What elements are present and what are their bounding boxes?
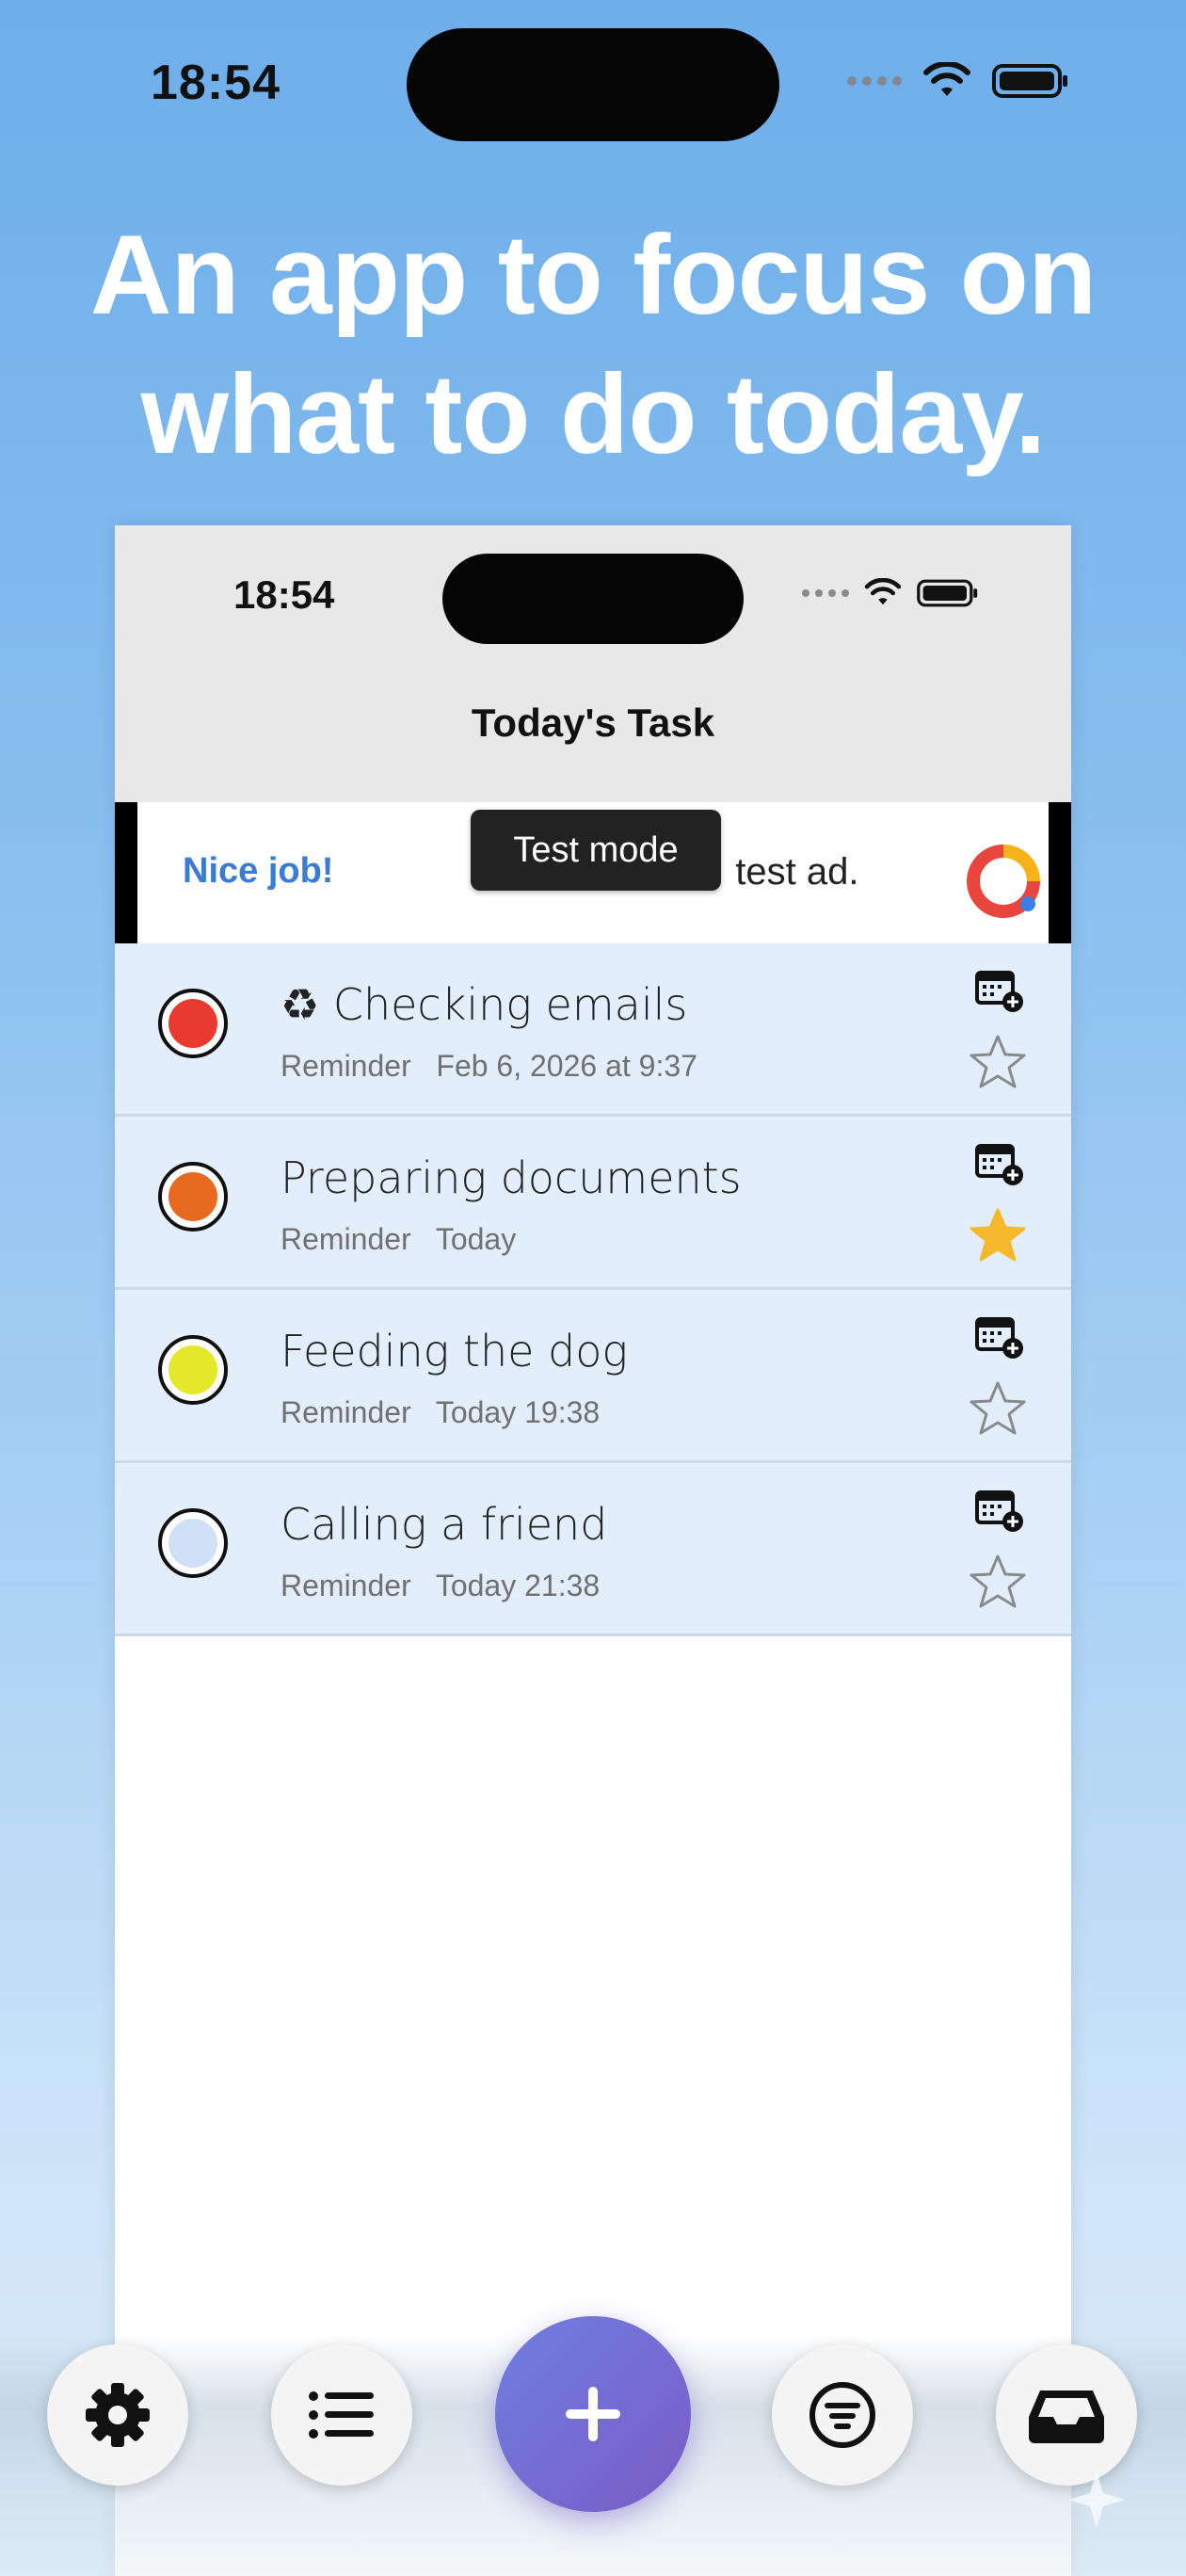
calendar-add-icon[interactable] — [975, 1141, 1024, 1186]
app-screen: 18:54 Today's Task Nice job! T test ad. — [115, 525, 1071, 2576]
task-meta: Reminder Today — [280, 1222, 516, 1257]
task-meta: Reminder Today 21:38 — [280, 1569, 600, 1603]
list-icon — [309, 2391, 374, 2439]
inbox-icon — [1029, 2391, 1104, 2443]
inner-status-time: 18:54 — [233, 572, 335, 617]
star-icon[interactable] — [968, 1378, 1028, 1439]
task-title: Preparing documents — [280, 1152, 742, 1203]
task-meta-time: Today 21:38 — [435, 1569, 601, 1602]
inner-signal-icon — [802, 589, 849, 597]
ad-logo-icon[interactable] — [966, 844, 1041, 919]
priority-dot — [168, 1519, 217, 1568]
headline-line-1: An app to focus on — [89, 212, 1098, 338]
inbox-button[interactable] — [996, 2344, 1137, 2486]
status-indicators — [847, 62, 1069, 100]
signal-icon — [847, 76, 902, 86]
settings-button[interactable] — [47, 2344, 188, 2486]
priority-dot — [168, 1345, 217, 1394]
task-meta-label: Reminder — [280, 1395, 411, 1429]
wifi-icon — [923, 62, 970, 96]
list-button[interactable] — [271, 2344, 412, 2486]
page-title: Today's Task — [471, 700, 715, 745]
filter-button[interactable] — [772, 2344, 913, 2486]
task-title: Calling a friend — [280, 1499, 608, 1550]
test-mode-tooltip: Test mode — [471, 810, 721, 891]
task-meta: Reminder Feb 6, 2026 at 9:37 — [280, 1049, 697, 1084]
sparkle-icon — [1068, 2471, 1125, 2528]
ad-nice-job: Nice job! — [183, 851, 334, 891]
task-row[interactable]: ♻ Checking emails Reminder Feb 6, 2026 a… — [115, 943, 1071, 1117]
task-meta-label: Reminder — [280, 1222, 411, 1256]
battery-icon — [992, 64, 1067, 98]
headline: An app to focus on what to do today. — [0, 205, 1186, 484]
calendar-add-icon[interactable] — [975, 1314, 1024, 1360]
star-icon[interactable] — [968, 1032, 1028, 1092]
priority-checkbox[interactable] — [158, 1508, 228, 1578]
task-title: ♻ Checking emails — [280, 979, 688, 1030]
task-meta-label: Reminder — [280, 1569, 411, 1602]
task-row[interactable]: Calling a friend Reminder Today 21:38 — [115, 1463, 1071, 1636]
app-header: 18:54 Today's Task — [115, 525, 1071, 802]
inner-battery-icon — [917, 579, 978, 607]
task-row[interactable]: Feeding the dog Reminder Today 19:38 — [115, 1290, 1071, 1463]
dynamic-island — [407, 28, 779, 141]
priority-checkbox[interactable] — [158, 1162, 228, 1232]
calendar-add-icon[interactable] — [975, 1488, 1024, 1533]
task-title: Feeding the dog — [280, 1326, 628, 1377]
task-meta: Reminder Today 19:38 — [280, 1395, 600, 1430]
task-meta-time: Today 19:38 — [435, 1395, 601, 1429]
plus-icon — [566, 2387, 620, 2441]
filter-icon — [809, 2382, 875, 2448]
inner-dynamic-island — [442, 554, 744, 644]
priority-checkbox[interactable] — [158, 1335, 228, 1405]
calendar-add-icon[interactable] — [975, 968, 1024, 1013]
task-meta-time: Today — [435, 1222, 517, 1256]
task-row[interactable]: Preparing documents Reminder Today — [115, 1117, 1071, 1290]
priority-checkbox[interactable] — [158, 989, 228, 1058]
inner-wifi-icon — [864, 578, 902, 605]
priority-dot — [168, 999, 217, 1048]
task-meta-time: Feb 6, 2026 at 9:37 — [436, 1049, 697, 1083]
status-time: 18:54 — [151, 56, 280, 110]
add-task-button[interactable] — [495, 2316, 691, 2512]
star-icon[interactable] — [968, 1552, 1028, 1612]
task-list: ♻ Checking emails Reminder Feb 6, 2026 a… — [115, 943, 1071, 1636]
star-filled-icon[interactable] — [968, 1205, 1028, 1265]
headline-line-2: what to do today. — [140, 351, 1047, 477]
inner-status-indicators — [802, 578, 979, 608]
priority-dot — [168, 1172, 217, 1221]
gear-icon — [86, 2383, 150, 2447]
task-meta-label: Reminder — [280, 1049, 411, 1083]
